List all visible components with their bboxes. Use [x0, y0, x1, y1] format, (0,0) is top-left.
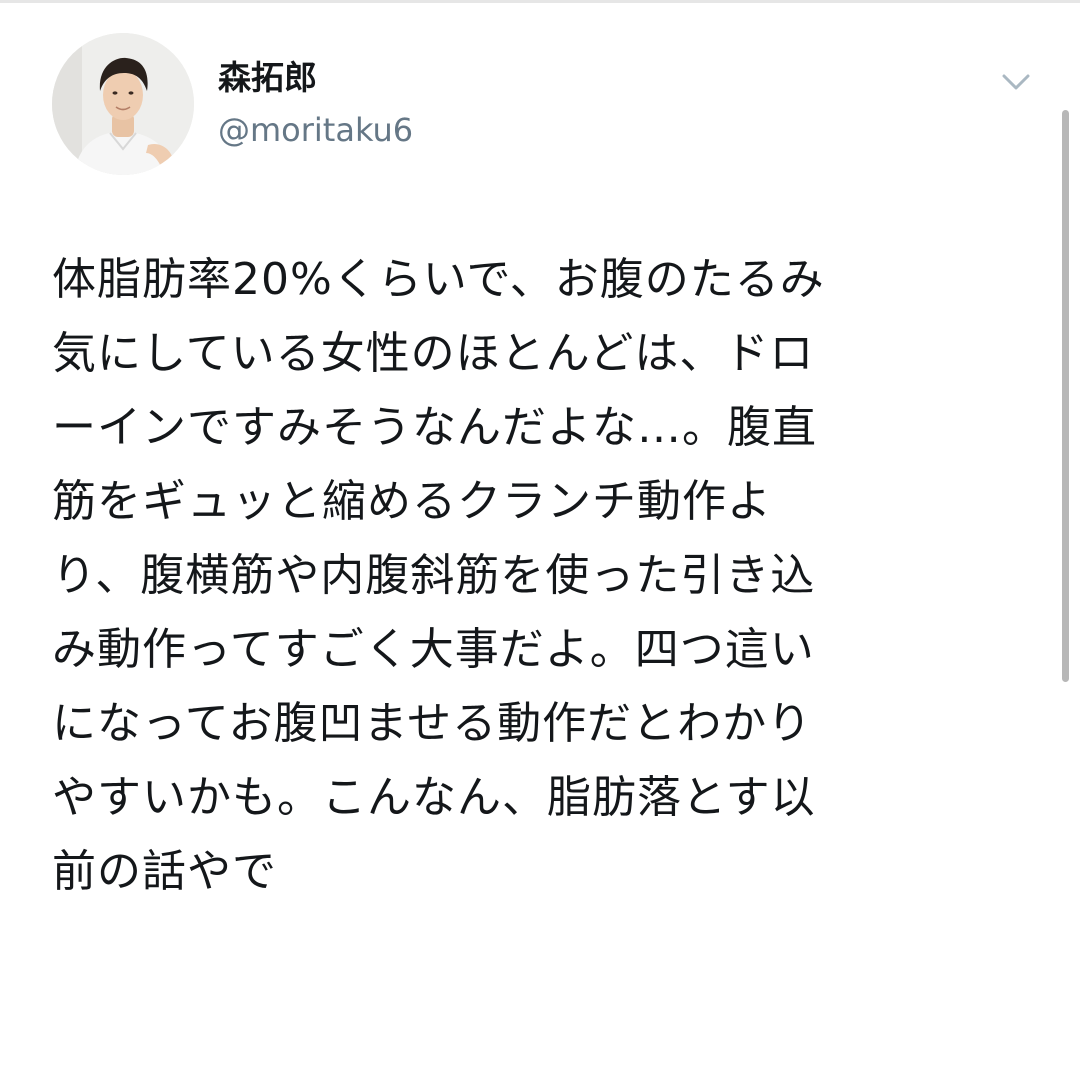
tweet-text-line: ーインですみそうなんだよな…。腹直	[52, 402, 817, 453]
tweet-text-line: 体脂肪率20%くらいで、お腹のたるみ	[52, 254, 825, 305]
avatar[interactable]	[52, 33, 194, 175]
tweet-text-line: やすいかも。こんなん、脂肪落とす以	[52, 772, 816, 823]
tweet-text-line: み動作ってすごく大事だよ。四つ這い	[52, 624, 815, 675]
scrollbar[interactable]	[1062, 110, 1069, 682]
tweet-text-line: になってお腹凹ませる動作だとわかり	[52, 698, 813, 749]
tweet-text-line: り、腹横筋や内腹斜筋を使った引き込	[52, 550, 816, 601]
chevron-down-icon[interactable]	[996, 66, 1036, 98]
tweet-text-line: 前の話やで	[52, 846, 277, 897]
avatar-photo	[52, 33, 194, 175]
tweet-text: 体脂肪率20%くらいで、お腹のたるみ 気にしている女性のほとんどは、ドロ ーイン…	[52, 243, 1012, 909]
user-handle[interactable]: @moritaku6	[218, 110, 413, 150]
tweet-text-line: 筋をギュッと縮めるクランチ動作よ	[52, 476, 772, 527]
tweet-text-line: 気にしている女性のほとんどは、ドロ	[52, 328, 815, 379]
display-name[interactable]: 森拓郎	[218, 58, 317, 98]
tweet-card: 森拓郎 @moritaku6 体脂肪率20%くらいで、お腹のたるみ 気にしている…	[0, 0, 1080, 1080]
